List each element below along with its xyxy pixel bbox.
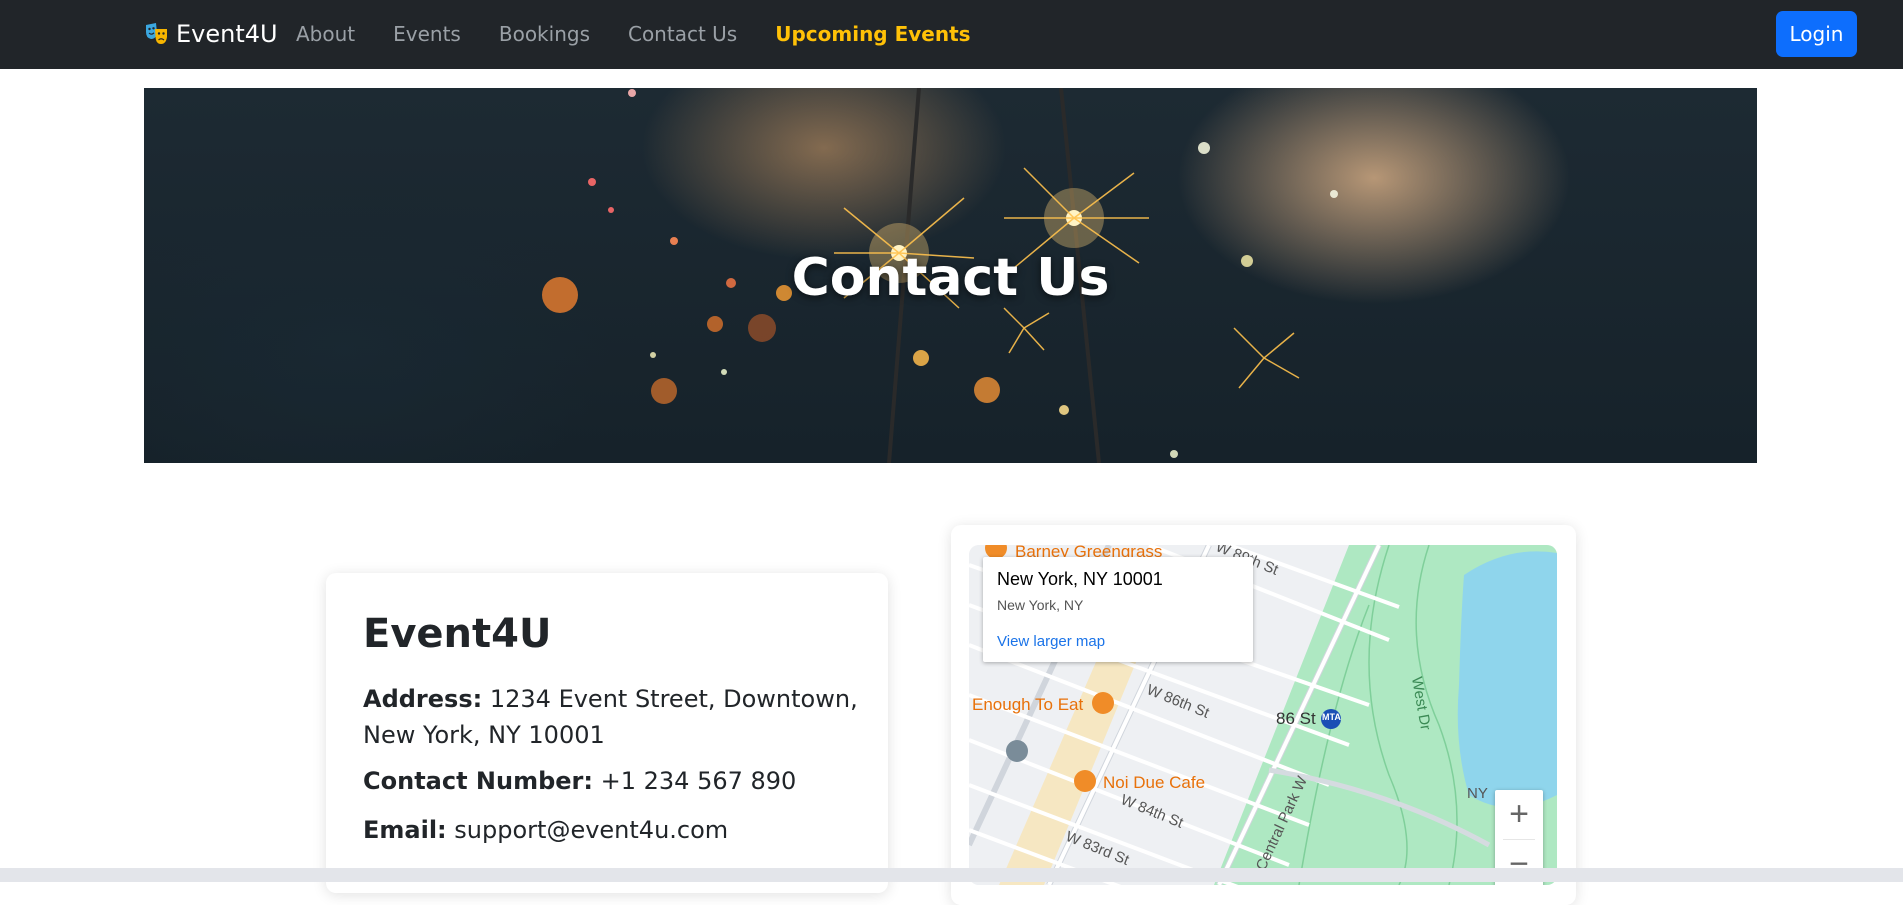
email-line: Email: support@event4u.com <box>363 812 863 848</box>
map-popup-title: New York, NY 10001 <box>997 569 1163 589</box>
address-line: Address: 1234 Event Street, Downtown, Ne… <box>363 681 863 753</box>
map-label-noi-due-cafe: Noi Due Cafe <box>1103 773 1206 792</box>
login-button[interactable]: Login <box>1776 11 1857 57</box>
theater-masks-icon <box>146 23 167 44</box>
email-value: support@event4u.com <box>454 816 729 844</box>
map-label-ny: NY <box>1467 785 1488 802</box>
phone-line: Contact Number: +1 234 567 890 <box>363 763 863 799</box>
navbar: Event4U About Events Bookings Contact Us… <box>0 0 1903 69</box>
map-popup-subtitle: New York, NY <box>997 597 1084 613</box>
map-label-86st: 86 St <box>1276 709 1316 728</box>
brand-text: Event4U <box>176 20 278 48</box>
phone-value: +1 234 567 890 <box>600 767 797 795</box>
hero-banner: Contact Us <box>144 88 1757 463</box>
map-label-enough-to-eat: Enough To Eat <box>972 695 1084 714</box>
view-larger-map-link[interactable]: View larger map <box>997 633 1105 650</box>
zoom-in-button[interactable]: + <box>1495 790 1543 838</box>
nav-link-upcoming-events[interactable]: Upcoming Events <box>775 22 970 46</box>
embedded-map[interactable]: Barney Greengrass Enough To Eat Noi Due … <box>969 545 1557 885</box>
map-info-popup: New York, NY 10001 New York, NY View lar… <box>983 557 1253 662</box>
hero-title: Contact Us <box>791 248 1110 308</box>
nav-link-contact-us[interactable]: Contact Us <box>628 22 737 46</box>
nav-link-events[interactable]: Events <box>393 22 461 46</box>
brand[interactable]: Event4U <box>144 20 278 48</box>
contact-info-card: Event4U Address: 1234 Event Street, Down… <box>326 573 888 893</box>
map-card: Barney Greengrass Enough To Eat Noi Due … <box>951 525 1576 905</box>
bottom-edge-bar <box>0 868 1903 882</box>
nav-links: About Events Bookings Contact Us Upcomin… <box>296 22 1009 46</box>
contact-card-title: Event4U <box>363 611 552 657</box>
subway-icon: MTA <box>1322 712 1341 722</box>
email-label: Email: <box>363 816 447 844</box>
address-label: Address: <box>363 685 483 713</box>
nav-link-bookings[interactable]: Bookings <box>499 22 590 46</box>
phone-label: Contact Number: <box>363 767 593 795</box>
nav-link-about[interactable]: About <box>296 22 355 46</box>
